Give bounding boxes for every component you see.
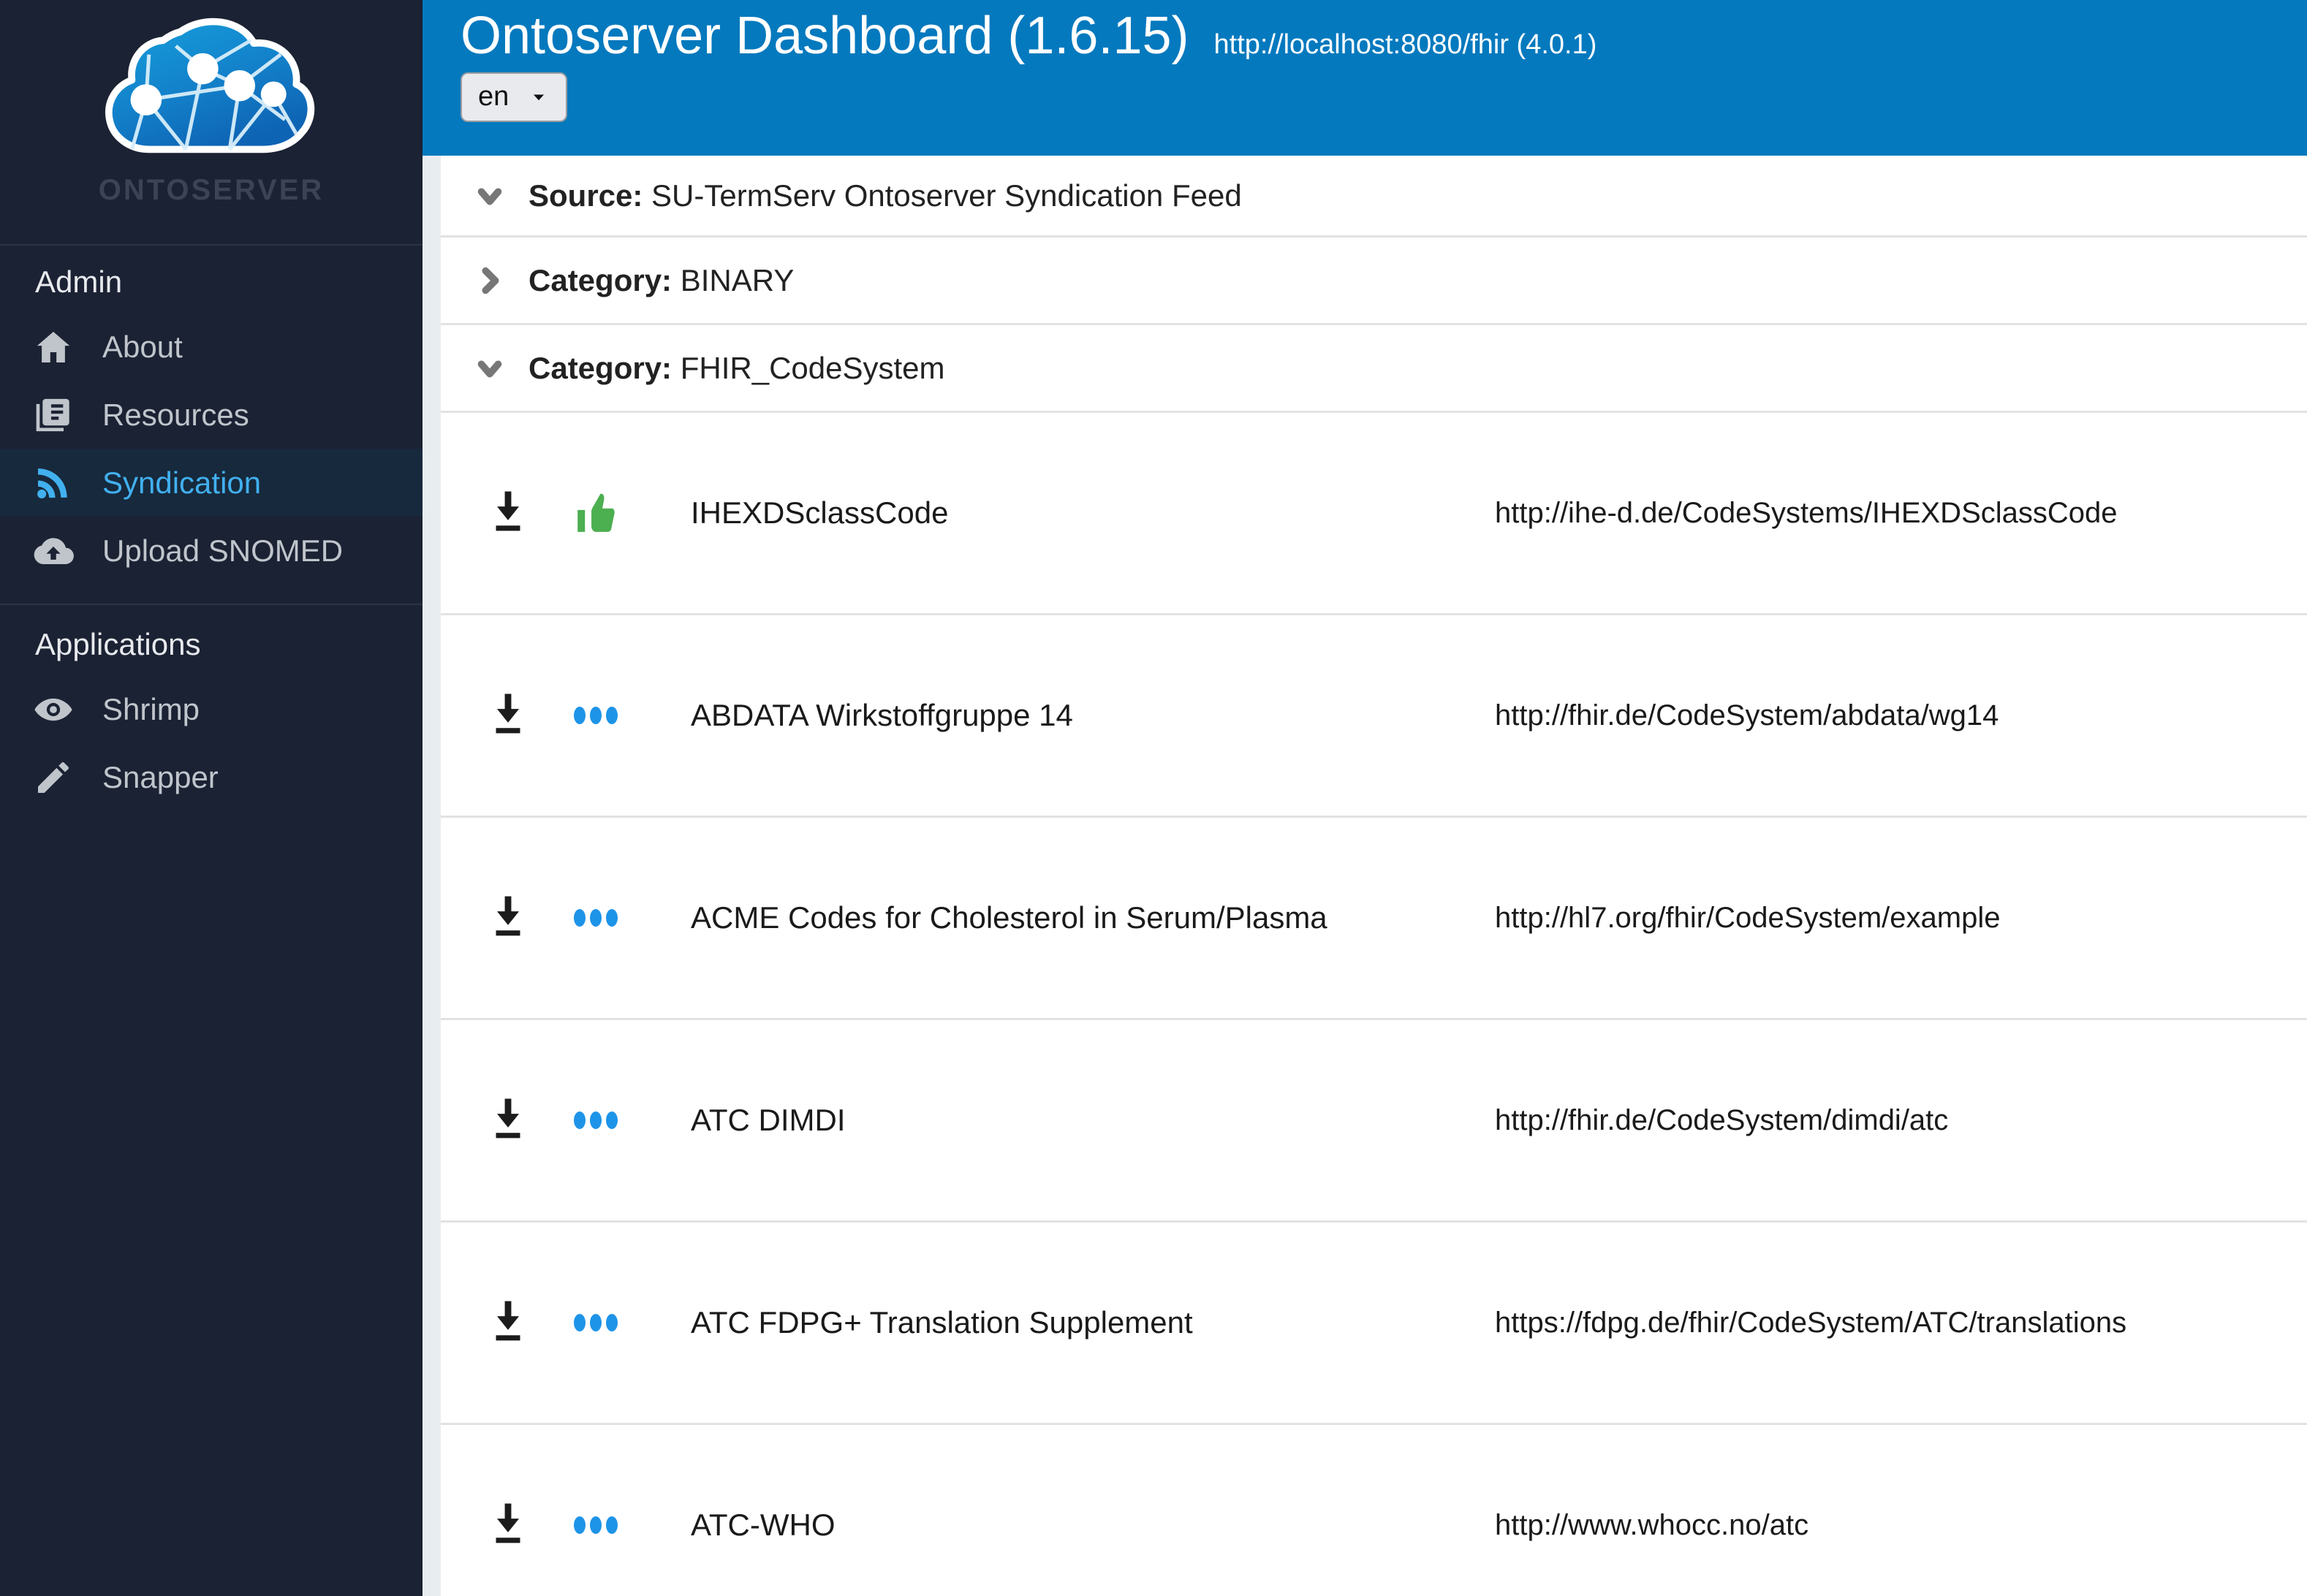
download-icon: [496, 1503, 520, 1543]
sidebar: ONTOSERVER Admin About Resources Syndica…: [0, 0, 423, 1596]
status-badge: [574, 909, 691, 927]
accordion-source-text: Source: SU-TermServ Ontoserver Syndicati…: [529, 178, 1242, 213]
sidebar-heading-applications: Applications: [35, 627, 201, 661]
language-select-value: en: [478, 81, 509, 113]
ellipsis-icon: [574, 909, 618, 927]
download-button[interactable]: [486, 1299, 574, 1346]
rss-feed-icon: [31, 460, 76, 506]
status-badge: [574, 1516, 691, 1534]
status-badge: [574, 1314, 691, 1331]
download-icon: [496, 1098, 520, 1139]
accordion-source[interactable]: Source: SU-TermServ Ontoserver Syndicati…: [441, 156, 2307, 238]
ellipsis-icon: [574, 1516, 618, 1534]
chevron-down-icon[interactable]: [470, 176, 509, 216]
ellipsis-icon: [574, 1314, 618, 1331]
sidebar-item-upload-snomed[interactable]: Upload SNOMED: [0, 517, 423, 585]
table-row[interactable]: IHEXDSclassCode http://ihe-d.de/CodeSyst…: [441, 413, 2307, 615]
home-icon: [31, 324, 76, 370]
sidebar-item-about-label: About: [102, 329, 183, 364]
pencil-icon: [31, 755, 76, 800]
accordion-category-binary[interactable]: Category: BINARY: [441, 238, 2307, 325]
accordion-category-fhir-codesystem-text: Category: FHIR_CodeSystem: [529, 351, 945, 386]
download-button[interactable]: [486, 490, 574, 536]
thumbs-up-icon: [577, 493, 615, 532]
sidebar-item-syndication[interactable]: Syndication: [0, 449, 423, 517]
codesystem-url: http://fhir.de/CodeSystem/dimdi/atc: [1495, 1103, 1949, 1136]
codesystem-name: ATC DIMDI: [691, 1103, 846, 1137]
download-icon: [496, 896, 520, 936]
content-gutter: [423, 156, 441, 1596]
codesystem-name: ATC-WHO: [691, 1508, 836, 1542]
sidebar-item-resources-label: Resources: [102, 397, 249, 432]
sidebar-item-shrimp[interactable]: Shrimp: [0, 675, 423, 743]
codesystem-name: IHEXDSclassCode: [691, 495, 949, 530]
codesystem-url: http://www.whocc.no/atc: [1495, 1508, 1809, 1541]
download-button[interactable]: [486, 692, 574, 739]
page-title: Ontoserver Dashboard (1.6.15): [461, 7, 1189, 65]
sidebar-item-shrimp-label: Shrimp: [102, 691, 200, 726]
table-row[interactable]: ATC FDPG+ Translation Supplement https:/…: [441, 1223, 2307, 1425]
chevron-right-icon[interactable]: [470, 261, 509, 300]
language-select[interactable]: en: [461, 72, 568, 122]
download-button[interactable]: [486, 1097, 574, 1144]
download-button[interactable]: [486, 1502, 574, 1548]
sidebar-item-snapper-label: Snapper: [102, 759, 219, 794]
table-row[interactable]: ATC-WHO http://www.whocc.no/atc: [441, 1425, 2307, 1596]
download-button[interactable]: [486, 894, 574, 941]
sidebar-item-resources[interactable]: Resources: [0, 381, 423, 449]
content-wrapper: Source: SU-TermServ Ontoserver Syndicati…: [423, 156, 2307, 1596]
download-icon: [496, 1301, 520, 1341]
cloud-upload-icon: [31, 528, 76, 574]
accordion-category-fhir-codesystem[interactable]: Category: FHIR_CodeSystem: [441, 325, 2307, 413]
sidebar-item-about[interactable]: About: [0, 313, 423, 381]
header-title-row: Ontoserver Dashboard (1.6.15) http://loc…: [461, 0, 2307, 66]
app-root: ONTOSERVER Admin About Resources Syndica…: [0, 0, 2307, 1596]
eye-icon: [31, 687, 76, 732]
sidebar-item-syndication-label: Syndication: [102, 465, 262, 500]
sidebar-section-applications: Applications Shrimp Snapper: [0, 604, 423, 811]
chevron-down-icon: [534, 94, 545, 101]
sidebar-section-admin: Admin About Resources Syndication Upload…: [0, 246, 423, 585]
sidebar-heading-admin: Admin: [35, 265, 123, 299]
accordion-category-binary-key: Category:: [529, 262, 673, 297]
codesystem-url: http://ihe-d.de/CodeSystems/IHEXDSclassC…: [1495, 496, 2118, 529]
brand-wordmark: ONTOSERVER: [98, 174, 325, 206]
ellipsis-icon: [574, 1112, 618, 1129]
accordion-source-value: SU-TermServ Ontoserver Syndication Feed: [651, 178, 1242, 213]
brand-logo-block: ONTOSERVER: [0, 0, 423, 246]
codesystem-url: https://fdpg.de/fhir/CodeSystem/ATC/tran…: [1495, 1306, 2127, 1339]
accordion-category-binary-text: Category: BINARY: [529, 263, 794, 298]
accordion-category-fhir-codesystem-key: Category:: [529, 350, 673, 385]
accordion-category-binary-value: BINARY: [680, 262, 795, 297]
status-badge: [574, 1112, 691, 1129]
codesystem-url: http://hl7.org/fhir/CodeSystem/example: [1495, 901, 2001, 934]
library-books-icon: [31, 392, 76, 438]
table-row[interactable]: ABDATA Wirkstoffgruppe 14 http://fhir.de…: [441, 615, 2307, 818]
status-badge: [574, 490, 691, 536]
main-area: Ontoserver Dashboard (1.6.15) http://loc…: [423, 0, 2307, 1596]
table-row[interactable]: ACME Codes for Cholesterol in Serum/Plas…: [441, 818, 2307, 1020]
codesystem-name: ACME Codes for Cholesterol in Serum/Plas…: [691, 900, 1327, 935]
codesystem-name: ATC FDPG+ Translation Supplement: [691, 1305, 1193, 1340]
ellipsis-icon: [574, 707, 618, 724]
app-header: Ontoserver Dashboard (1.6.15) http://loc…: [423, 0, 2307, 156]
sidebar-item-snapper[interactable]: Snapper: [0, 743, 423, 811]
download-icon: [496, 694, 520, 734]
download-icon: [496, 491, 520, 531]
fhir-endpoint-label: http://localhost:8080/fhir (4.0.1): [1213, 29, 1597, 60]
status-badge: [574, 707, 691, 724]
accordion-category-fhir-codesystem-value: FHIR_CodeSystem: [680, 350, 945, 385]
cloud-network-logo-icon: [105, 18, 315, 153]
chevron-down-icon[interactable]: [470, 349, 509, 388]
codesystem-name: ABDATA Wirkstoffgruppe 14: [691, 698, 1073, 732]
codesystem-url: http://fhir.de/CodeSystem/abdata/wg14: [1495, 699, 1999, 732]
table-row[interactable]: ATC DIMDI http://fhir.de/CodeSystem/dimd…: [441, 1020, 2307, 1223]
syndication-panel: Source: SU-TermServ Ontoserver Syndicati…: [441, 156, 2307, 1596]
sidebar-item-upload-snomed-label: Upload SNOMED: [102, 533, 344, 568]
accordion-source-key: Source:: [529, 178, 643, 213]
